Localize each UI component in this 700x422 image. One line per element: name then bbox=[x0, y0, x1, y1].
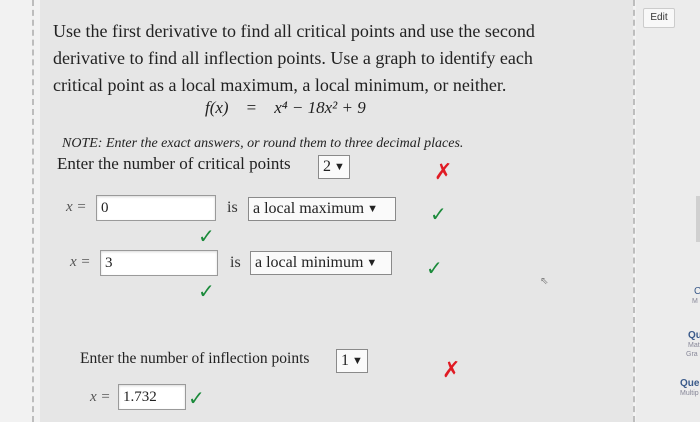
side-label-gra: Gra bbox=[686, 351, 698, 358]
note-text: NOTE: Enter the exact answers, or round … bbox=[62, 136, 464, 151]
side-label-mat: Mat bbox=[688, 342, 700, 349]
edit-button[interactable]: Edit bbox=[643, 8, 675, 28]
side-label-m: M bbox=[692, 298, 698, 305]
classification-2-select[interactable]: a local minimum ▼ bbox=[250, 251, 392, 275]
formula-equals: = bbox=[246, 98, 257, 117]
question-prompt: Use the first derivative to find all cri… bbox=[53, 21, 535, 95]
left-dashed-border bbox=[32, 0, 36, 422]
formula-rhs: x⁴ − 18x² + 9 bbox=[274, 98, 366, 117]
inflection-var-label: x = bbox=[90, 389, 111, 405]
inflection-points-label: Enter the number of inflection points bbox=[80, 350, 310, 367]
dropdown-arrow-icon: ▼ bbox=[367, 203, 378, 215]
correct-mark-icon: ✓ bbox=[198, 224, 215, 248]
side-panel bbox=[636, 0, 700, 422]
side-label-multip: Multip bbox=[680, 390, 699, 397]
side-label-qu[interactable]: Qu bbox=[688, 330, 700, 341]
critical-count-select[interactable]: 2 ▼ bbox=[318, 155, 350, 179]
inflection-count-select[interactable]: 1 ▼ bbox=[336, 349, 368, 373]
correct-mark-icon: ✓ bbox=[198, 279, 215, 303]
correct-mark-icon: ✓ bbox=[426, 256, 443, 280]
critical-point-1-input[interactable]: 0 bbox=[96, 195, 216, 221]
cursor-icon: ⇖ bbox=[540, 276, 549, 287]
classification-1-select[interactable]: a local maximum ▼ bbox=[248, 197, 396, 221]
dropdown-arrow-icon: ▼ bbox=[334, 161, 345, 173]
critical-point-2-input[interactable]: 3 bbox=[100, 250, 218, 276]
side-label-c: C bbox=[694, 286, 700, 297]
correct-mark-icon: ✓ bbox=[430, 202, 447, 226]
correct-mark-icon: ✓ bbox=[188, 386, 205, 410]
critical-points-label: Enter the number of critical points bbox=[57, 154, 291, 173]
side-label-que[interactable]: Que bbox=[680, 378, 699, 389]
dropdown-arrow-icon: ▼ bbox=[366, 257, 378, 269]
row1-var-label: x = bbox=[66, 199, 87, 215]
row1-is-label: is bbox=[227, 199, 238, 216]
row2-is-label: is bbox=[230, 254, 241, 271]
formula-lhs: f(x) bbox=[205, 98, 229, 117]
inflection-count-value: 1 bbox=[341, 352, 349, 369]
classification-1-value: a local maximum bbox=[253, 200, 365, 217]
classification-2-value: a local minimum bbox=[255, 254, 364, 271]
wrong-mark-icon: ✗ bbox=[442, 358, 461, 383]
dropdown-arrow-icon: ▼ bbox=[352, 355, 363, 367]
function-formula: f(x) = x⁴ − 18x² + 9 bbox=[205, 98, 366, 118]
critical-count-value: 2 bbox=[323, 158, 331, 175]
side-scroll-handle[interactable] bbox=[696, 196, 700, 242]
inflection-point-input[interactable]: 1.732 bbox=[118, 384, 186, 410]
wrong-mark-icon: ✗ bbox=[434, 160, 453, 185]
row2-var-label: x = bbox=[70, 254, 91, 270]
